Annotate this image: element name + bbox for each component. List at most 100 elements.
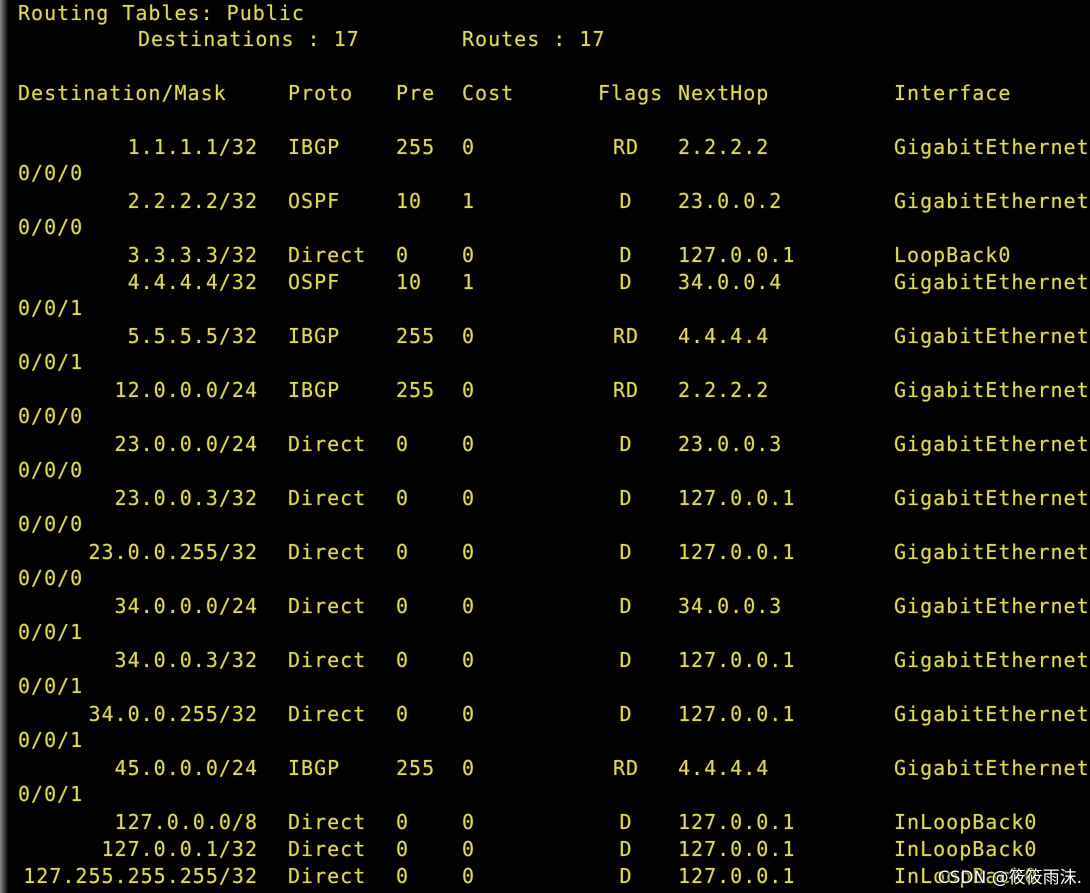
route-cost: 0 — [462, 324, 476, 348]
route-interface-continuation: 0/0/0 — [18, 404, 84, 428]
csdn-watermark: CSDN @筱筱雨沫. — [937, 868, 1082, 888]
route-interface-continuation: 0/0/0 — [18, 215, 84, 239]
column-header-pre: Pre — [396, 81, 436, 105]
route-protocol: IBGP — [288, 378, 341, 402]
route-preference: 0 — [396, 432, 410, 456]
route-nexthop: 2.2.2.2 — [678, 135, 770, 159]
route-preference: 0 — [396, 243, 410, 267]
route-interface-continuation: 0/0/0 — [18, 512, 84, 536]
route-preference: 0 — [396, 837, 410, 861]
route-flags: D — [619, 486, 633, 510]
route-flags: D — [619, 702, 633, 726]
route-interface-continuation: 0/0/1 — [18, 782, 84, 806]
route-flags: D — [619, 864, 633, 888]
route-nexthop: 127.0.0.1 — [678, 864, 796, 888]
terminal-window[interactable]: Routing Tables: Public Destinations : 17… — [0, 0, 1090, 893]
column-header-cost: Cost — [462, 81, 515, 105]
route-nexthop: 127.0.0.1 — [678, 540, 796, 564]
route-destination: 1.1.1.1/32 — [127, 135, 258, 159]
route-destination: 34.0.0.255/32 — [88, 702, 258, 726]
column-header-nexthop: NextHop — [678, 81, 770, 105]
route-destination: 2.2.2.2/32 — [127, 189, 258, 213]
route-interface: LoopBack0 — [894, 243, 1012, 267]
route-destination: 12.0.0.0/24 — [114, 378, 258, 402]
route-interface-continuation: 0/0/1 — [18, 620, 84, 644]
route-preference: 0 — [396, 810, 410, 834]
route-destination: 23.0.0.3/32 — [114, 486, 258, 510]
route-protocol: Direct — [288, 702, 367, 726]
route-interface: GigabitEthernet — [894, 540, 1090, 564]
route-destination: 23.0.0.0/24 — [114, 432, 258, 456]
route-nexthop: 23.0.0.3 — [678, 432, 783, 456]
route-interface-continuation: 0/0/1 — [18, 296, 84, 320]
route-cost: 0 — [462, 810, 476, 834]
route-interface: GigabitEthernet — [894, 432, 1090, 456]
route-interface: GigabitEthernet — [894, 702, 1090, 726]
route-cost: 0 — [462, 135, 476, 159]
route-flags: D — [619, 432, 633, 456]
route-protocol: Direct — [288, 810, 367, 834]
route-flags: RD — [612, 756, 640, 780]
route-interface-continuation: 0/0/1 — [18, 674, 84, 698]
route-cost: 0 — [462, 837, 476, 861]
route-cost: 0 — [462, 648, 476, 672]
route-flags: D — [619, 243, 633, 267]
column-header-flags: Flags — [598, 81, 664, 105]
route-nexthop: 127.0.0.1 — [678, 837, 796, 861]
route-destination: 23.0.0.255/32 — [88, 540, 258, 564]
route-protocol: OSPF — [288, 270, 341, 294]
column-header-interface: Interface — [894, 81, 1012, 105]
route-interface-continuation: 0/0/0 — [18, 458, 84, 482]
route-interface: GigabitEthernet — [894, 486, 1090, 510]
route-nexthop: 4.4.4.4 — [678, 324, 770, 348]
route-cost: 0 — [462, 432, 476, 456]
route-flags: D — [619, 648, 633, 672]
route-nexthop: 127.0.0.1 — [678, 702, 796, 726]
routing-table-title: Routing Tables: Public — [18, 1, 305, 25]
route-nexthop: 127.0.0.1 — [678, 810, 796, 834]
route-interface: InLoopBack0 — [894, 810, 1038, 834]
route-nexthop: 2.2.2.2 — [678, 378, 770, 402]
destinations-count: Destinations : 17 — [138, 27, 360, 51]
route-flags: D — [619, 540, 633, 564]
routes-count: Routes : 17 — [462, 27, 606, 51]
route-preference: 255 — [396, 378, 436, 402]
route-nexthop: 34.0.0.4 — [678, 270, 783, 294]
route-preference: 0 — [396, 486, 410, 510]
route-nexthop: 127.0.0.1 — [678, 486, 796, 510]
route-nexthop: 23.0.0.2 — [678, 189, 783, 213]
route-flags: D — [619, 810, 633, 834]
route-preference: 255 — [396, 756, 436, 780]
route-interface: GigabitEthernet — [894, 324, 1090, 348]
route-nexthop: 34.0.0.3 — [678, 594, 783, 618]
route-preference: 0 — [396, 864, 410, 888]
route-flags: D — [619, 594, 633, 618]
route-interface-continuation: 0/0/1 — [18, 350, 84, 374]
route-cost: 1 — [462, 270, 476, 294]
route-protocol: Direct — [288, 594, 367, 618]
route-flags: D — [619, 189, 633, 213]
route-interface: GigabitEthernet — [894, 648, 1090, 672]
route-protocol: Direct — [288, 648, 367, 672]
route-cost: 0 — [462, 540, 476, 564]
route-cost: 0 — [462, 864, 476, 888]
route-flags: RD — [612, 378, 640, 402]
route-cost: 0 — [462, 702, 476, 726]
route-interface: InLoopBack0 — [894, 837, 1038, 861]
route-destination: 127.255.255.255/32 — [23, 864, 258, 888]
route-preference: 10 — [396, 270, 423, 294]
route-cost: 0 — [462, 594, 476, 618]
route-preference: 0 — [396, 540, 410, 564]
route-protocol: Direct — [288, 432, 367, 456]
route-protocol: OSPF — [288, 189, 341, 213]
column-header-proto: Proto — [288, 81, 354, 105]
route-preference: 255 — [396, 324, 436, 348]
route-cost: 0 — [462, 378, 476, 402]
route-interface: GigabitEthernet — [894, 270, 1090, 294]
route-cost: 0 — [462, 243, 476, 267]
route-destination: 127.0.0.1/32 — [101, 837, 258, 861]
route-destination: 34.0.0.0/24 — [114, 594, 258, 618]
route-interface: GigabitEthernet — [894, 135, 1090, 159]
route-protocol: Direct — [288, 486, 367, 510]
route-destination: 127.0.0.0/8 — [114, 810, 258, 834]
